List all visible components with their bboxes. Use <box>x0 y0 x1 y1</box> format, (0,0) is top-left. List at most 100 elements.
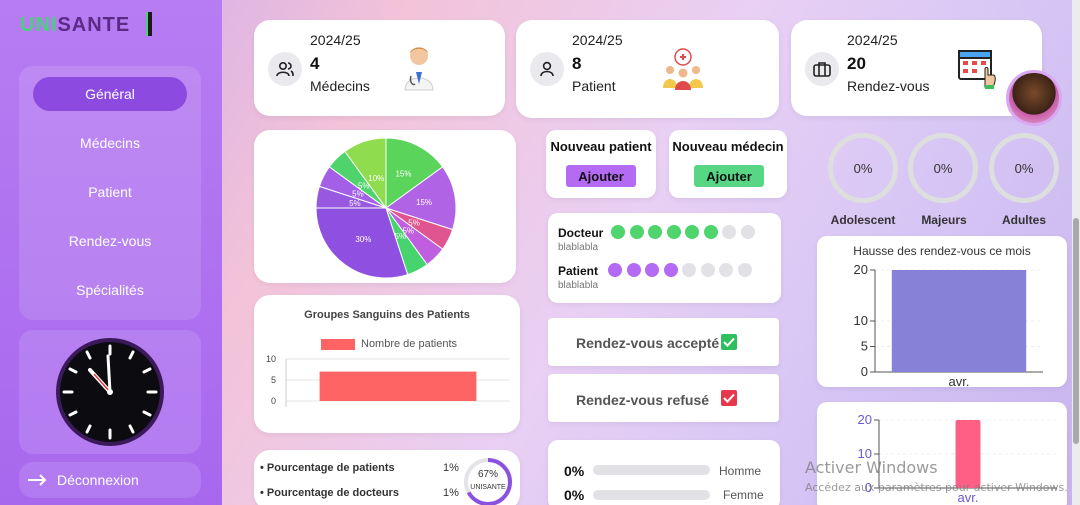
logout-button[interactable]: Déconnexion <box>19 462 201 498</box>
dot-filled <box>626 263 641 277</box>
blood-groups-card: Groupes Sanguins des Patients Nombre de … <box>254 295 520 433</box>
dot-empty <box>737 263 752 277</box>
blood-bar[interactable] <box>319 371 477 401</box>
dots-row-sub: blablabla <box>558 242 599 253</box>
sidebar-nav: Général Médecins Patient Rendez-vous Spé… <box>19 66 201 320</box>
sidebar-item-label: Spécialités <box>76 282 144 298</box>
rdv-refused-card[interactable]: Rendez-vous refusé <box>548 374 779 422</box>
gender-bar-track <box>593 490 710 500</box>
dot-empty <box>682 263 696 277</box>
percent-row-value: 1% <box>443 462 459 474</box>
dots-row-label: Patient <box>558 264 599 278</box>
stat-card-rendez-vous[interactable]: 2024/25 20 Rendez-vous <box>791 20 1042 116</box>
dot-filled <box>648 225 662 239</box>
pie-slice-label: 30% <box>355 235 371 244</box>
users-icon <box>268 52 302 86</box>
percent-row-label: Pourcentage de docteurs <box>266 487 399 499</box>
dots-row-sub: blablabla <box>558 280 599 291</box>
clock-panel <box>19 330 201 454</box>
briefcase-icon <box>805 52 839 86</box>
pie-chart-card: 15% 15% 5% 5% 5% 30% 5% 5% 5% 10% <box>254 130 516 283</box>
gender-pct: 0% <box>564 487 585 503</box>
y-tick-label: 0 <box>271 396 276 406</box>
dot-filled <box>666 225 681 239</box>
stat-date: 2024/25 <box>572 32 623 48</box>
dot-filled <box>663 263 678 277</box>
sidebar: UNISANTE Général Médecins Patient Rendez… <box>0 0 222 505</box>
sidebar-item-label: Médecins <box>80 135 140 151</box>
stat-label: Médecins <box>310 78 370 94</box>
percent-row: • Pourcentage de patients <box>260 462 395 474</box>
check-icon <box>721 334 737 350</box>
rdv-accepted-card[interactable]: Rendez-vous accepté <box>548 318 779 366</box>
stat-date: 2024/25 <box>310 32 361 48</box>
age-ring-value: 0% <box>933 160 953 176</box>
age-ring-label: Adultes <box>1001 213 1046 227</box>
sidebar-item-label: Général <box>85 86 135 102</box>
windows-watermark-subtitle: Accédez aux paramètres pour activer Wind… <box>805 481 1068 494</box>
pie-slice-label: 5% <box>349 199 361 208</box>
blood-legend-swatch <box>321 339 355 350</box>
new-doctor-title: Nouveau médecin <box>672 139 784 154</box>
percent-row-label: Pourcentage de patients <box>266 462 395 474</box>
scrollbar-thumb[interactable] <box>1073 218 1079 444</box>
age-ring-label: Majeurs <box>921 213 967 227</box>
gender-label: Femme <box>723 488 764 502</box>
age-ring-value: 0% <box>1014 160 1034 176</box>
sidebar-item-medecins[interactable]: Médecins <box>33 126 187 160</box>
rdv-bar[interactable] <box>955 420 981 488</box>
sidebar-item-general[interactable]: Général <box>33 77 187 111</box>
stat-date: 2024/25 <box>847 32 898 48</box>
app-logo[interactable]: UNISANTE <box>20 14 130 37</box>
dot-empty <box>740 225 755 239</box>
calendar-icon <box>958 50 996 89</box>
dot-empty <box>700 263 715 277</box>
pie-slice-label: 15% <box>395 170 411 179</box>
y-tick-label: 20 <box>858 412 872 427</box>
percent-ring <box>464 458 512 505</box>
rdv-bar-chart: 20 10 5 0 avr. <box>854 262 1043 387</box>
new-patient-title: Nouveau patient <box>550 139 652 154</box>
dot-filled <box>645 263 659 277</box>
sidebar-item-patient[interactable]: Patient <box>33 175 187 209</box>
logo-mark-icon <box>146 12 152 36</box>
check-icon <box>721 390 737 406</box>
add-doctor-button[interactable]: Ajouter <box>694 165 764 187</box>
stat-value: 4 <box>310 54 320 73</box>
y-tick-label: 5 <box>271 375 276 385</box>
age-ring-value: 0% <box>853 160 873 176</box>
dots-row-label: Docteur <box>558 226 604 240</box>
gender-card: 0% Homme 0% Femme <box>548 440 780 505</box>
stat-card-medecins[interactable]: 2024/25 4 Médecins <box>254 20 505 116</box>
scrollbar[interactable] <box>1072 0 1080 505</box>
stat-value: 20 <box>847 54 866 73</box>
stat-card-patient[interactable]: 2024/25 8 Patient <box>516 20 779 118</box>
percent-ring-label: UNISANTE <box>470 484 506 491</box>
progress-dots-card: Docteur blablabla Patient blablabla <box>548 213 781 303</box>
dot-filled <box>685 225 699 239</box>
rdv-bar[interactable] <box>891 270 1027 372</box>
age-ring: 0% <box>828 133 898 203</box>
gender-pct: 0% <box>564 463 585 479</box>
percent-ring-value: 67% <box>477 469 498 480</box>
sidebar-item-specialites[interactable]: Spécialités <box>33 273 187 307</box>
dot-empty <box>719 263 733 277</box>
dot-filled <box>629 225 644 239</box>
percent-card: • Pourcentage de patients 1% • Pourcenta… <box>254 450 520 505</box>
dot-filled <box>611 225 625 239</box>
stat-label: Patient <box>572 78 616 94</box>
dot-filled <box>703 225 718 239</box>
blood-chart-title: Groupes Sanguins des Patients <box>304 309 470 321</box>
sidebar-item-rendez-vous[interactable]: Rendez-vous <box>33 224 187 258</box>
age-ring: 0% <box>908 133 978 203</box>
stat-label: Rendez-vous <box>847 78 930 94</box>
doctor-illustration-icon <box>404 47 434 91</box>
sidebar-item-label: Rendez-vous <box>68 233 152 249</box>
percent-row: • Pourcentage de docteurs <box>260 487 399 499</box>
new-doctor-card: Nouveau médecin Ajouter <box>669 130 787 198</box>
x-tick-label: avr. <box>949 374 970 387</box>
add-patient-button[interactable]: Ajouter <box>566 165 636 187</box>
user-avatar[interactable] <box>1006 70 1062 126</box>
rdv-accepted-label: Rendez-vous accepté <box>576 335 720 351</box>
percent-row-value: 1% <box>443 487 459 499</box>
